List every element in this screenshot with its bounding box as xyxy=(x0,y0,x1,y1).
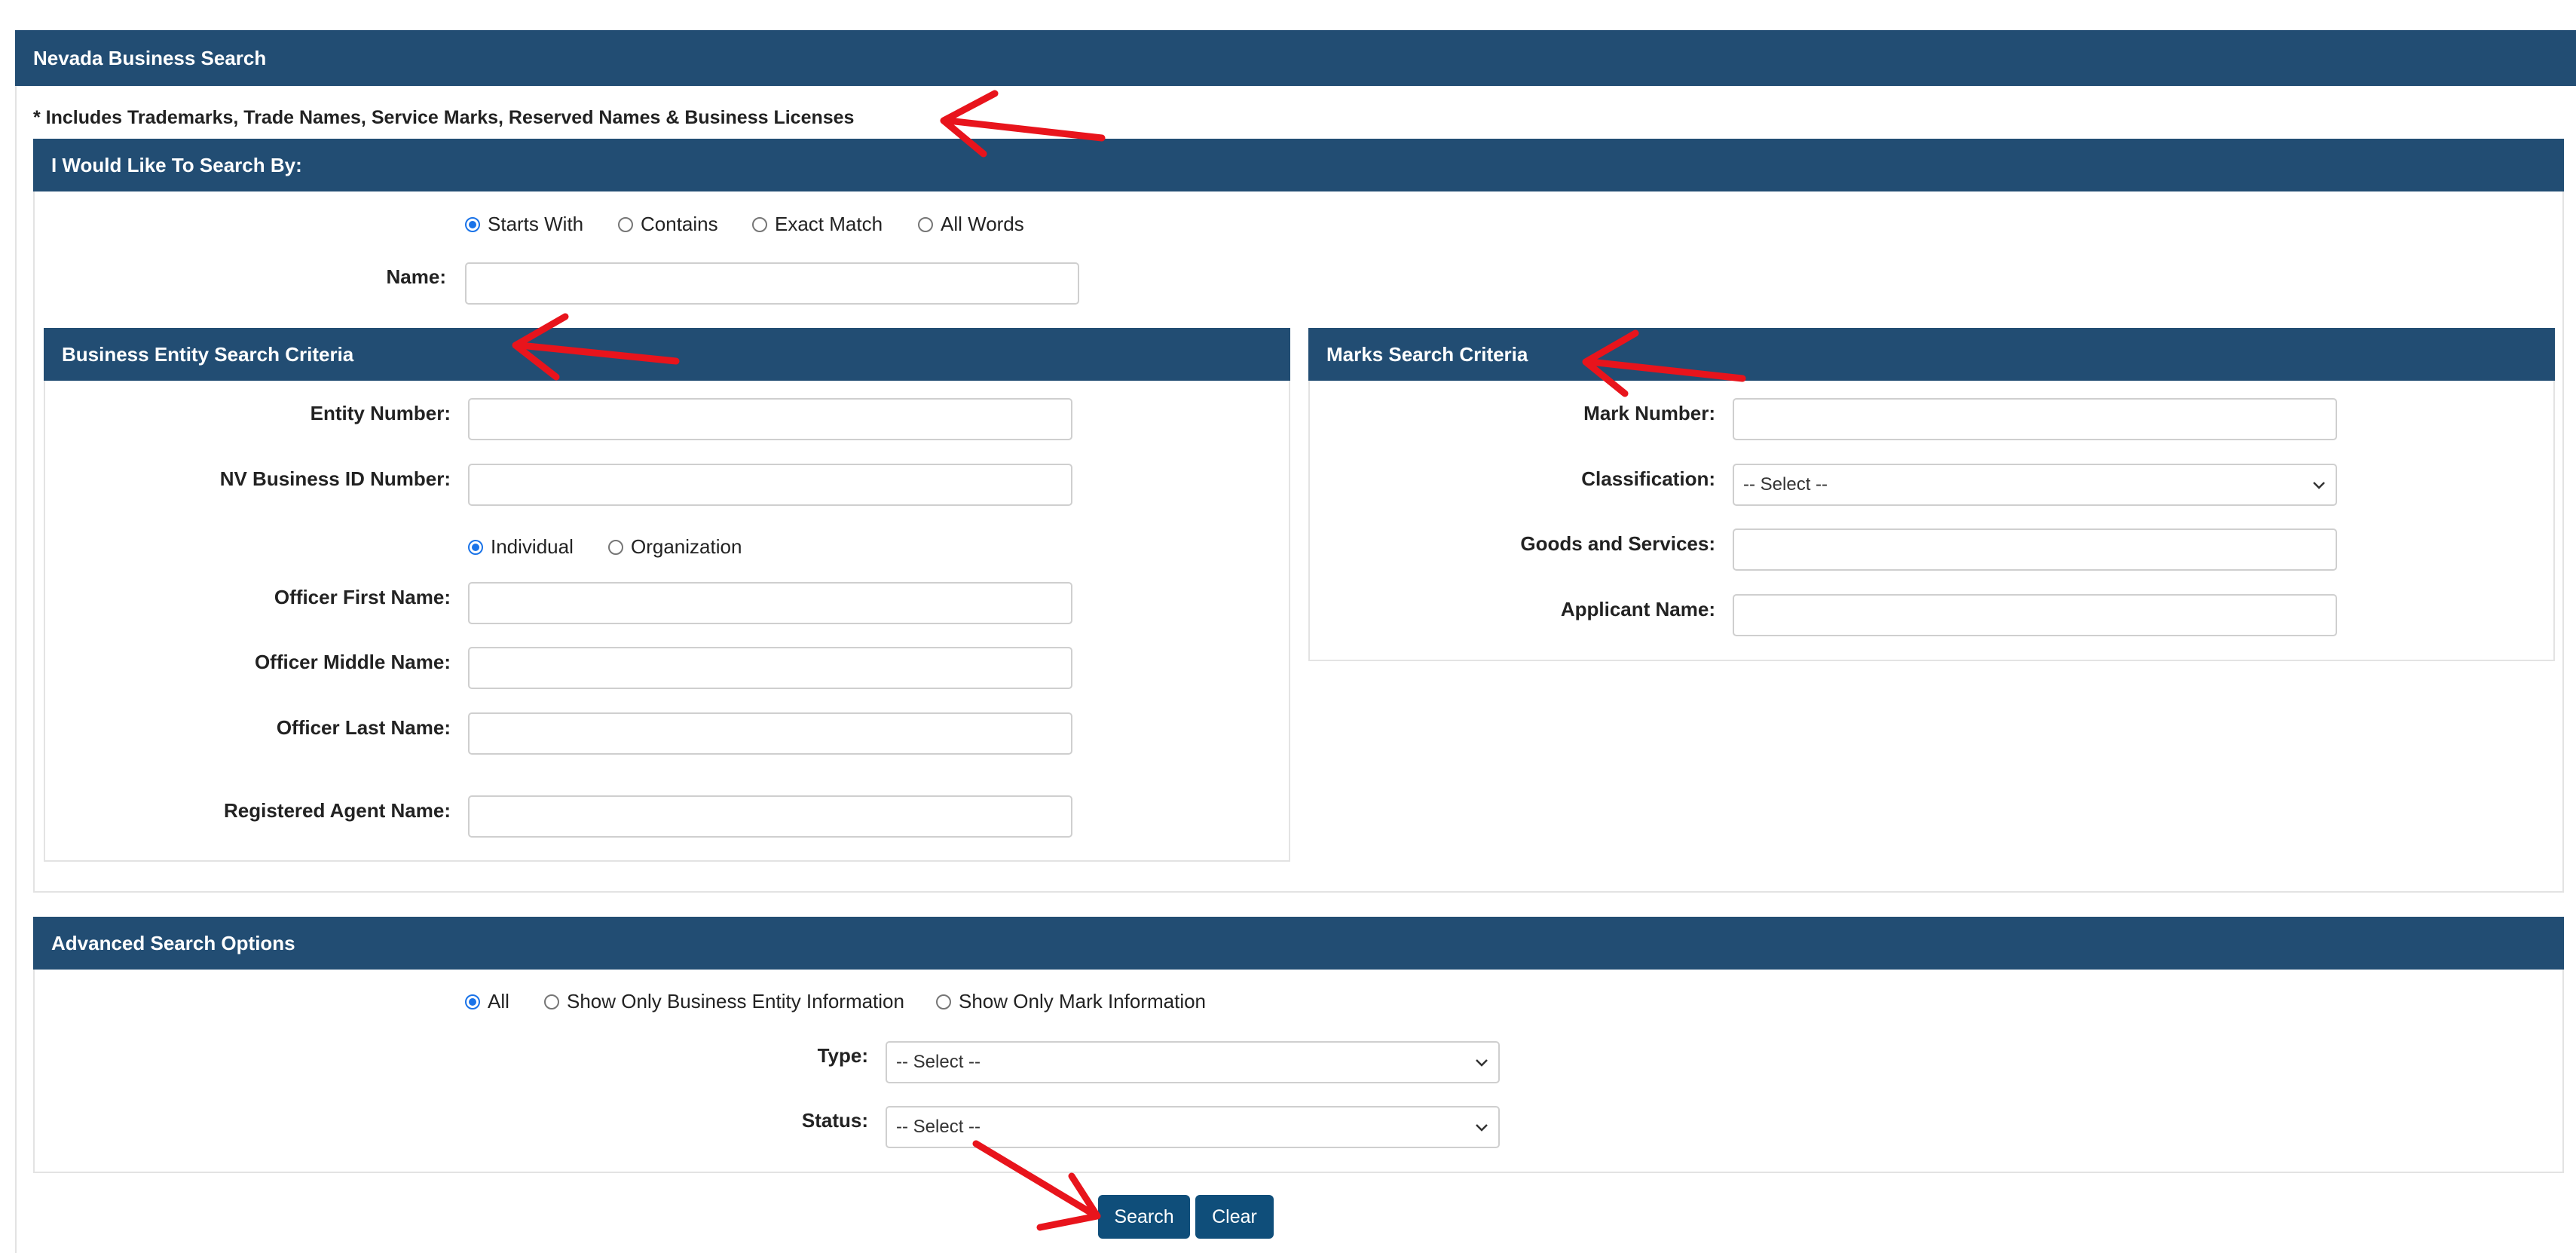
annotation-arrow-icon xyxy=(1582,329,1746,397)
annotation-arrow-icon xyxy=(940,90,1106,158)
annotation-overlay xyxy=(512,90,1746,1231)
annotation-arrow-icon xyxy=(972,1140,1101,1231)
annotation-arrow-icon xyxy=(512,313,680,381)
